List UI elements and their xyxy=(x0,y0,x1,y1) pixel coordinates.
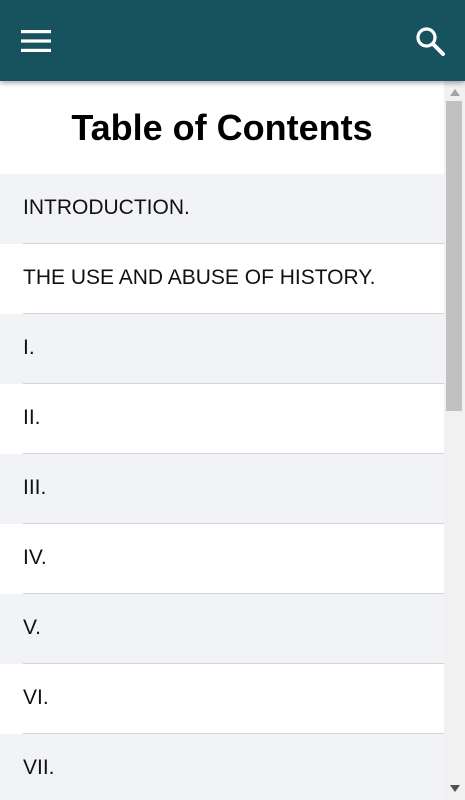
toc-item-chapter-5[interactable]: V. xyxy=(0,594,444,664)
scrollbar[interactable] xyxy=(444,81,465,800)
toc-item-use-and-abuse-of-history[interactable]: THE USE AND ABUSE OF HISTORY. xyxy=(0,244,444,314)
toc-item-chapter-3[interactable]: III. xyxy=(0,454,444,524)
scroll-up-arrow-icon[interactable] xyxy=(444,84,465,101)
scroll-down-arrow-icon[interactable] xyxy=(444,780,465,797)
toc-item-chapter-7[interactable]: VII. xyxy=(0,734,444,800)
search-button[interactable] xyxy=(405,16,455,66)
scrollbar-thumb[interactable] xyxy=(446,101,462,411)
toc-item-chapter-1[interactable]: I. xyxy=(0,314,444,384)
menu-icon xyxy=(21,30,51,52)
toc-list: INTRODUCTION. THE USE AND ABUSE OF HISTO… xyxy=(0,174,444,800)
toc-item-chapter-6[interactable]: VI. xyxy=(0,664,444,734)
content-area: Table of Contents INTRODUCTION. THE USE … xyxy=(0,81,444,800)
toc-item-chapter-4[interactable]: IV. xyxy=(0,524,444,594)
app-bar xyxy=(0,0,465,81)
page-title: Table of Contents xyxy=(0,81,444,174)
menu-button[interactable] xyxy=(11,16,61,66)
toc-item-chapter-2[interactable]: II. xyxy=(0,384,444,454)
search-icon xyxy=(416,27,445,56)
toc-item-introduction[interactable]: INTRODUCTION. xyxy=(0,174,444,244)
